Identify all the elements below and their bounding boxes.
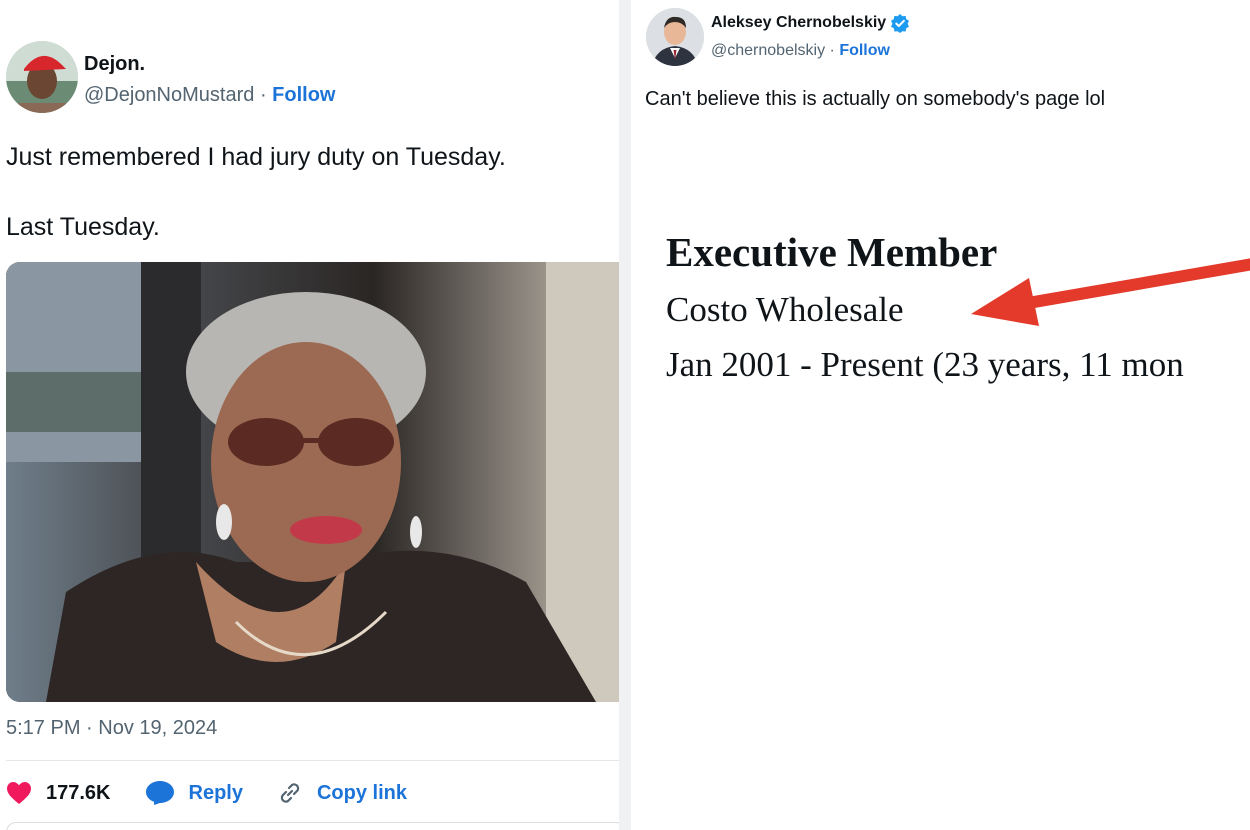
right-tweet: Aleksey Chernobelskiy @chernobelskiy · F…	[631, 0, 1250, 830]
heart-icon	[7, 782, 31, 804]
author-name[interactable]: Dejon.	[84, 53, 145, 76]
follow-button[interactable]: Follow	[272, 84, 335, 106]
like-button[interactable]: 177.6K	[6, 781, 111, 805]
next-card-edge	[6, 822, 619, 830]
tweet-text: Can't believe this is actually on somebo…	[645, 88, 1106, 110]
handle-text[interactable]: @chernobelskiy	[711, 42, 825, 59]
avatar[interactable]	[646, 8, 704, 66]
avatar[interactable]	[6, 41, 78, 113]
reply-icon	[145, 781, 174, 805]
copy-link-label: Copy link	[316, 781, 407, 804]
screenshot-company: Costo Wholesale	[666, 290, 904, 329]
left-tweet: Dejon. @DejonNoMustard · Follow Just rem…	[0, 0, 619, 830]
handle-separator: ·	[829, 42, 835, 59]
like-count: 177.6K	[46, 781, 111, 804]
tweet-text-line: Last Tuesday.	[6, 213, 160, 241]
tweet-text: Just remembered I had jury duty on Tuesd…	[6, 140, 616, 280]
handle-separator: ·	[259, 84, 267, 106]
reply-label: Reply	[188, 781, 243, 804]
author-handle: @DejonNoMustard · Follow	[84, 84, 336, 107]
divider	[6, 760, 619, 761]
tweet-timestamp[interactable]: 5:17 PM · Nov 19, 2024	[6, 717, 217, 740]
verified-badge-icon	[891, 14, 910, 33]
author-name[interactable]: Aleksey Chernobelskiy	[711, 14, 886, 32]
screenshot-dates: Jan 2001 - Present (23 years, 11 mon	[666, 345, 1184, 384]
link-icon	[280, 783, 300, 803]
reply-button[interactable]: Reply	[145, 780, 243, 806]
author-handle: @chernobelskiy · Follow	[711, 42, 890, 60]
author-name-row: Aleksey Chernobelskiy	[711, 13, 910, 33]
screenshot-job-title: Executive Member	[666, 229, 998, 275]
handle-text[interactable]: @DejonNoMustard	[84, 84, 254, 106]
tweet-actions: 177.6K Reply Copy link	[6, 775, 441, 811]
follow-button[interactable]: Follow	[839, 42, 890, 59]
panel-divider	[619, 0, 631, 830]
red-arrow-icon	[971, 258, 1250, 326]
tweet-text-line: Just remembered I had jury duty on Tuesd…	[6, 143, 506, 171]
copy-link-button[interactable]: Copy link	[277, 780, 407, 806]
tweet-media-image[interactable]	[6, 262, 619, 702]
